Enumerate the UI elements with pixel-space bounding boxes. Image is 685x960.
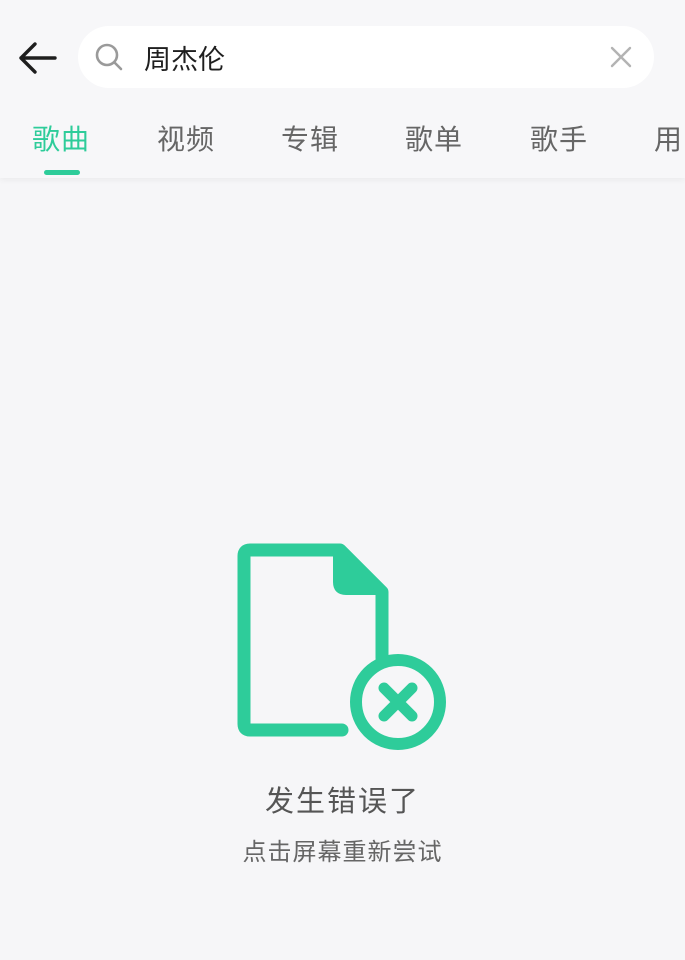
search-icon bbox=[95, 43, 123, 71]
close-icon[interactable] bbox=[608, 44, 634, 70]
tab-users[interactable]: 用 bbox=[654, 118, 683, 158]
tab-playlists[interactable]: 歌单 bbox=[405, 118, 463, 158]
search-tabs: 歌曲 视频 专辑 歌单 歌手 用 bbox=[0, 110, 685, 178]
file-error-icon bbox=[237, 543, 446, 750]
arrow-left-icon bbox=[19, 42, 57, 74]
error-retry-hint: 点击屏幕重新尝试 bbox=[242, 838, 443, 866]
back-button[interactable] bbox=[14, 36, 60, 80]
tab-songs[interactable]: 歌曲 bbox=[32, 118, 90, 158]
active-tab-indicator bbox=[44, 170, 80, 175]
search-box[interactable] bbox=[78, 26, 654, 88]
search-header: 歌曲 视频 专辑 歌单 歌手 用 bbox=[0, 0, 685, 178]
error-title: 发生错误了 bbox=[264, 784, 420, 818]
tab-artists[interactable]: 歌手 bbox=[530, 118, 588, 158]
tab-albums[interactable]: 专辑 bbox=[281, 118, 339, 158]
tab-videos[interactable]: 视频 bbox=[157, 118, 215, 158]
search-input[interactable] bbox=[144, 39, 584, 75]
